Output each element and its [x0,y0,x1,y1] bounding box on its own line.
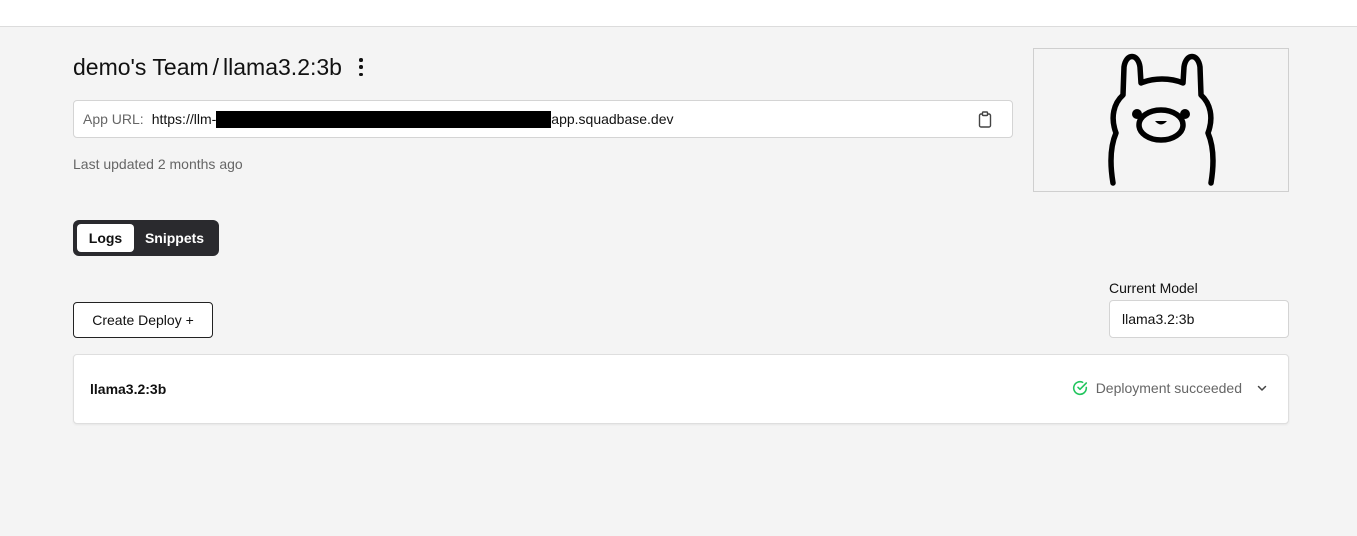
check-circle-icon [1072,380,1087,396]
deployment-row[interactable]: llama3.2:3b Deployment succeeded [73,354,1289,424]
deployment-status-text: Deployment succeeded [1095,380,1242,396]
redacted-block [216,110,552,128]
current-model-label: Current Model [1109,280,1198,296]
chevron-down-icon[interactable] [1256,382,1268,394]
deployment-name: llama3.2:3b [90,381,167,397]
top-bar [0,0,1357,27]
team-name[interactable]: demo's Team [73,54,209,81]
app-url-suffix: app.squadbase.dev [551,111,674,127]
app-url-value[interactable]: https://llm-app.squadbase.dev [151,110,674,128]
view-tabs: Logs Snippets [73,220,219,256]
current-model-input[interactable] [1109,300,1289,338]
create-deploy-button[interactable]: Create Deploy + [73,302,213,338]
app-url-prefix: https://llm- [151,111,217,127]
app-image [1033,48,1289,192]
last-updated-text: Last updated 2 months ago [73,156,243,172]
deployment-status: Deployment succeeded [1072,380,1268,396]
app-url-field: App URL: https://llm-app.squadbase.dev [73,100,1013,138]
tab-logs[interactable]: Logs [77,224,134,252]
clipboard-icon[interactable] [977,111,993,128]
app-url-label: App URL: [83,111,144,127]
tab-snippets[interactable]: Snippets [134,224,215,252]
app-name: llama3.2:3b [223,53,342,80]
page-title: demo's Team / llama3.2:3b [73,52,364,82]
kebab-menu-icon[interactable] [358,58,364,76]
breadcrumb-separator: / [212,53,220,80]
llama-logo [1108,53,1216,186]
